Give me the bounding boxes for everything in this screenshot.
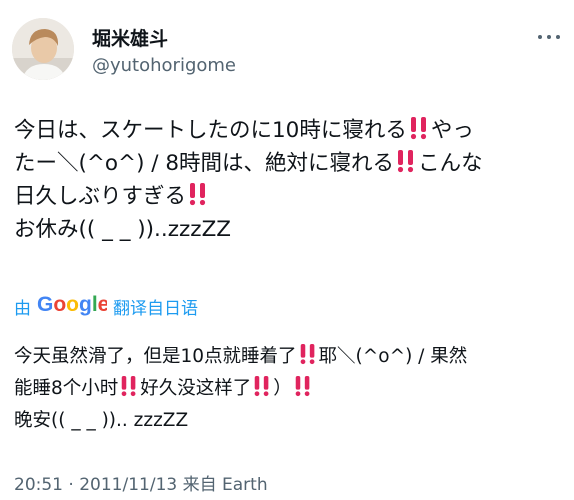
tweet-line: お休み(( _ _ ))..zzzZZ bbox=[14, 217, 232, 242]
double-exclamation-icon bbox=[293, 375, 313, 406]
translate-from-label: 翻译自日语 bbox=[113, 299, 198, 319]
double-exclamation-icon bbox=[298, 343, 318, 374]
tweet-line: たー＼(^o^) / 8時間は、絶対に寝れる こんな bbox=[14, 149, 566, 182]
meta-separator: · bbox=[68, 475, 74, 495]
double-exclamation-icon bbox=[252, 375, 272, 406]
tweet-source[interactable]: Earth bbox=[222, 475, 268, 495]
tweet-date[interactable]: 2011/11/13 bbox=[79, 475, 177, 495]
google-logo-icon: Google bbox=[37, 293, 109, 316]
translated-line: 今天虽然滑了，但是10点就睡着了 耶＼(^o^) / 果然 bbox=[14, 342, 566, 374]
avatar[interactable] bbox=[12, 18, 74, 80]
double-exclamation-icon bbox=[187, 182, 209, 215]
translation-bar[interactable]: 由 Google 翻译自日语 bbox=[14, 292, 198, 321]
tweet-meta: 20:51 · 2011/11/13 来自 Earth bbox=[14, 470, 268, 495]
tweet-line: 今日は、スケートしたのに10時に寝れる やっ bbox=[14, 116, 566, 149]
translate-by-label: 由 bbox=[14, 299, 31, 319]
translated-line: 晚安(( _ _ )).. zzzZZ bbox=[14, 410, 189, 431]
translated-line: 能睡8个小时 好久没这样了） bbox=[14, 374, 566, 406]
translated-text: 今天虽然滑了，但是10点就睡着了 耶＼(^o^) / 果然 能睡8个小时 好久没这样… bbox=[14, 342, 566, 435]
double-exclamation-icon bbox=[395, 149, 417, 182]
via-label: 来自 bbox=[182, 475, 217, 495]
google-logo: Google bbox=[37, 292, 109, 321]
tweet-text: 今日は、スケートしたのに10時に寝れる やっ たー＼(^o^) / 8時間は、絶対… bbox=[14, 116, 566, 245]
tweet-line: 日久しぶりすぎる bbox=[14, 182, 566, 215]
double-exclamation-icon bbox=[119, 375, 139, 406]
double-exclamation-icon bbox=[408, 116, 430, 149]
handle[interactable]: @yutohorigome bbox=[92, 55, 236, 76]
display-name[interactable]: 堀米雄斗 bbox=[92, 24, 168, 51]
more-options-icon[interactable] bbox=[536, 27, 562, 47]
svg-text:Google: Google bbox=[37, 293, 107, 316]
avatar-photo bbox=[12, 18, 74, 80]
tweet-time[interactable]: 20:51 bbox=[14, 475, 63, 495]
